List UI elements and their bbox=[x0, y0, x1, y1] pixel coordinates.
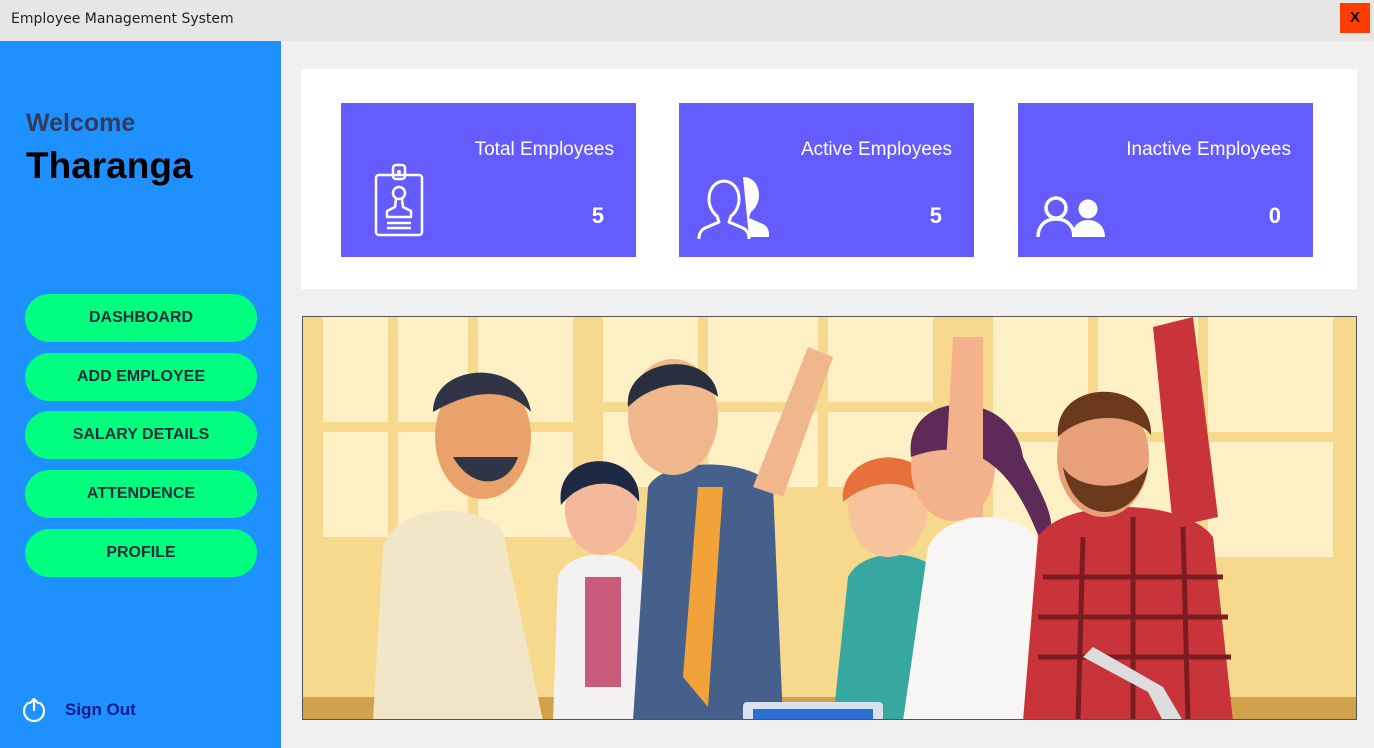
active-employees-card[interactable]: Active Employees 5 bbox=[679, 103, 974, 257]
total-employees-value: 5 bbox=[591, 203, 604, 228]
username-label: Tharanga bbox=[26, 145, 193, 186]
sign-out-label: Sign Out bbox=[65, 700, 136, 719]
window-title: Employee Management System bbox=[11, 11, 234, 27]
power-icon bbox=[22, 697, 46, 723]
nav-profile-button[interactable]: PROFILE bbox=[25, 529, 257, 577]
inactive-employees-value: 0 bbox=[1268, 203, 1281, 228]
total-employees-title: Total Employees bbox=[474, 139, 614, 160]
nav-salary-details-button[interactable]: SALARY DETAILS bbox=[25, 411, 257, 459]
inactive-employees-card[interactable]: Inactive Employees 0 bbox=[1018, 103, 1313, 257]
nav-attendence-button[interactable]: ATTENDENCE bbox=[25, 470, 257, 518]
sidebar: Welcome Tharanga DASHBOARD ADD EMPLOYEE … bbox=[0, 41, 281, 748]
total-employees-card[interactable]: Total Employees 5 bbox=[341, 103, 636, 257]
team-celebration-image bbox=[302, 316, 1357, 720]
nav-add-employee-button[interactable]: ADD EMPLOYEE bbox=[25, 353, 257, 401]
sign-out-button[interactable]: Sign Out bbox=[19, 696, 136, 724]
team-illustration bbox=[303, 317, 1356, 719]
active-employees-title: Active Employees bbox=[800, 139, 952, 160]
id-badge-icon bbox=[374, 163, 424, 237]
nav-dashboard-button[interactable]: DASHBOARD bbox=[25, 294, 257, 342]
stats-panel: Total Employees 5 Active Employees 5 Ina… bbox=[301, 69, 1357, 289]
users-icon bbox=[697, 177, 769, 239]
welcome-label: Welcome bbox=[26, 109, 136, 137]
users-outline-icon bbox=[1036, 196, 1105, 238]
close-button[interactable]: X bbox=[1340, 3, 1370, 33]
active-employees-value: 5 bbox=[929, 203, 942, 228]
inactive-employees-title: Inactive Employees bbox=[1126, 139, 1291, 160]
title-bar: Employee Management System X bbox=[0, 0, 1374, 41]
